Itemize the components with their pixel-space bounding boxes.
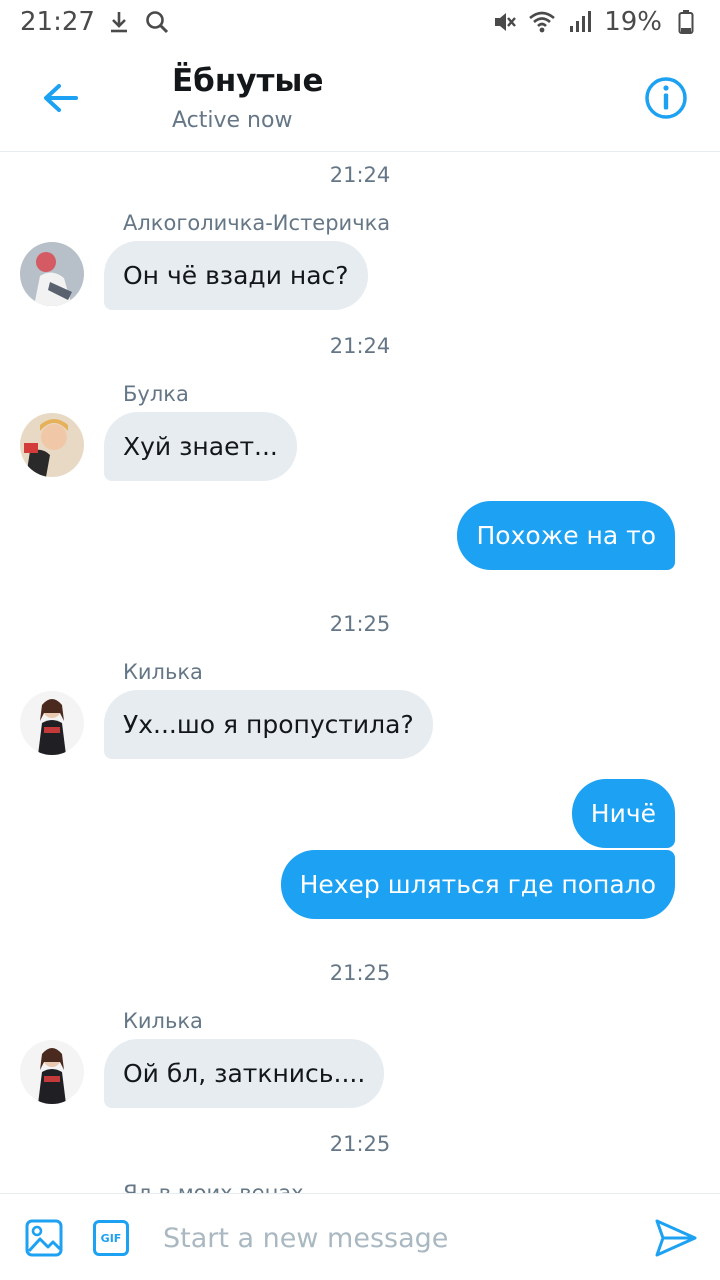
message-bubble[interactable]: Ой бл, заткнись.... [104,1039,385,1108]
download-icon [105,8,133,36]
status-bar: 21:27 19% [0,0,720,44]
message-bubble-outgoing[interactable]: Ничё [571,779,675,848]
timestamp: 21:24 [329,334,391,358]
timestamp: 21:25 [329,961,391,985]
search-icon [143,8,171,36]
timestamp: 21:25 [329,1132,391,1156]
message-bubble-outgoing[interactable]: Похоже на то [457,501,675,570]
image-icon [25,1219,63,1257]
chat-header: Ёбнутые Active now [0,44,720,152]
battery-percent: 19% [604,7,662,37]
mute-icon [490,8,518,36]
message-composer: GIF [0,1193,720,1280]
send-icon [655,1219,697,1257]
avatar[interactable] [20,242,84,306]
battery-icon [672,8,700,36]
avatar[interactable] [20,691,84,755]
conversation-title-block[interactable]: Ёбнутые Active now [172,62,323,138]
sender-name: Килька [123,660,203,684]
sender-name: Яд в моих венах [123,1181,304,1193]
wifi-icon [528,8,556,36]
signal-icon [566,8,594,36]
send-button[interactable] [654,1218,698,1258]
active-status: Active now [172,108,293,133]
gif-icon: GIF [100,1231,122,1245]
message-input[interactable] [163,1216,623,1260]
sender-name: Алкоголичка-Истеричка [123,211,391,235]
message-list[interactable]: 21:24 Алкоголичка-Истеричка Он чё взади … [0,153,720,1193]
gif-button[interactable]: GIF [93,1220,129,1256]
timestamp: 21:25 [329,612,391,636]
timestamp: 21:24 [329,163,391,187]
add-photo-button[interactable] [24,1218,64,1258]
sender-name: Булка [123,382,189,406]
info-button[interactable] [642,74,690,122]
sender-name: Килька [123,1009,203,1033]
avatar[interactable] [20,413,84,477]
message-bubble[interactable]: Хуй знает... [104,412,297,481]
message-bubble-outgoing[interactable]: Нехер шляться где попало [280,850,675,919]
avatar[interactable] [20,1040,84,1104]
message-bubble[interactable]: Он чё взади нас? [104,241,368,310]
message-bubble[interactable]: Ух...шо я пропустила? [104,690,433,759]
info-icon [645,77,687,119]
back-arrow-icon [44,84,78,112]
status-time: 21:27 [20,7,95,37]
back-button[interactable] [30,70,90,126]
conversation-title: Ёбнутые [172,63,324,99]
